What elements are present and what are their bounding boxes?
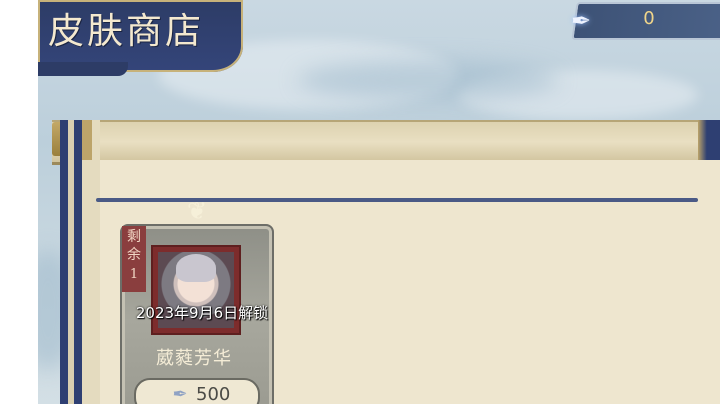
- currency-amount: 0: [643, 8, 655, 29]
- feather-icon: ✒: [172, 384, 188, 404]
- scroll-right-cap: [698, 120, 720, 160]
- scroll-rod: [52, 120, 720, 165]
- remaining-label: 剩余: [127, 229, 141, 263]
- scroll-left-border: [60, 120, 100, 404]
- scroll-gold-trim: [82, 120, 92, 160]
- page-title: 皮肤商店: [48, 11, 205, 52]
- feather-icon: ✒: [570, 7, 592, 35]
- unlock-date-text: 2023年9月6日解锁: [135, 304, 269, 322]
- knot-ornament-icon: ❦: [186, 197, 208, 225]
- shop-background: 皮肤商店 ✒ 0 ❦ 剩余 1 2023年9月6日解锁 葳蕤芳华 ✒ 500: [38, 0, 720, 404]
- price-amount: 500: [196, 384, 231, 404]
- remaining-count: 1: [129, 267, 139, 282]
- skin-name: 葳蕤芳华: [156, 348, 232, 369]
- remaining-stock-tag: 剩余 1: [122, 226, 146, 292]
